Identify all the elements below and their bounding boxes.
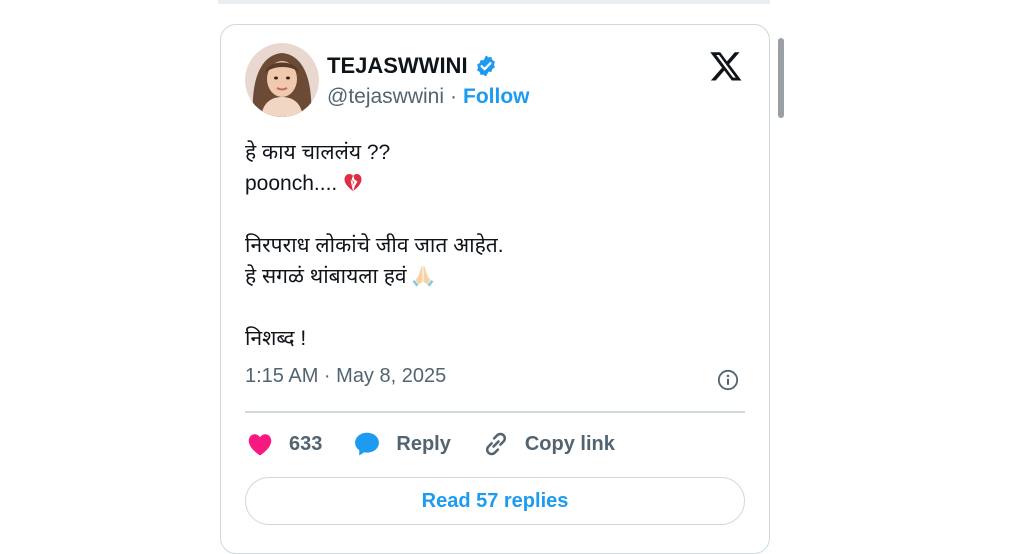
copy-link-button[interactable]: Copy link (481, 429, 615, 459)
tweet-body: हे काय चाललंय ?? poonch.... निरपराध लोका… (245, 137, 745, 354)
broken-heart-icon (344, 174, 362, 191)
handle-row: @tejaswwini · Follow (327, 85, 530, 109)
x-logo-icon[interactable] (709, 49, 743, 83)
top-divider (218, 0, 770, 4)
link-icon (485, 432, 506, 456)
verified-badge-icon (476, 55, 495, 77)
tweet-line: निशब्द ! (245, 327, 307, 350)
folded-hands-icon (412, 266, 434, 287)
copy-link-label: Copy link (524, 432, 615, 455)
tweet-line: हे सगळं थांबायला हवं (245, 261, 745, 292)
like-button[interactable]: 633 (245, 429, 322, 459)
reply-bubble-icon (355, 432, 380, 456)
tweet-card: TEJASWWINI @tejaswwini · Follow हे काय च… (220, 24, 770, 554)
tweet-actions: 633 Reply Copy link (245, 427, 645, 461)
separator-dot: · (450, 85, 458, 108)
avatar[interactable] (245, 43, 319, 117)
likes-count: 633 (289, 432, 323, 455)
heart-icon (248, 434, 272, 456)
reply-label: Reply (396, 432, 451, 455)
reply-button[interactable]: Reply (352, 429, 451, 459)
scrollbar[interactable] (778, 38, 784, 118)
follow-link[interactable]: Follow (463, 85, 530, 109)
tweet-line: poonch.... (245, 168, 745, 199)
info-icon[interactable] (717, 369, 739, 391)
read-replies-button[interactable]: Read 57 replies (245, 477, 745, 525)
divider (245, 411, 745, 413)
tweet-line: निरपराध लोकांचे जीव जात आहेत. (245, 234, 504, 257)
author-name-text[interactable]: TEJASWWINI (327, 53, 468, 79)
read-replies-label: Read 57 replies (421, 489, 569, 512)
timestamp[interactable]: 1:15 AM · May 8, 2025 (245, 365, 446, 388)
author-handle[interactable]: @tejaswwini (327, 85, 444, 109)
author-name[interactable]: TEJASWWINI (327, 53, 498, 79)
tweet-line: हे काय चाललंय ?? (245, 141, 391, 164)
